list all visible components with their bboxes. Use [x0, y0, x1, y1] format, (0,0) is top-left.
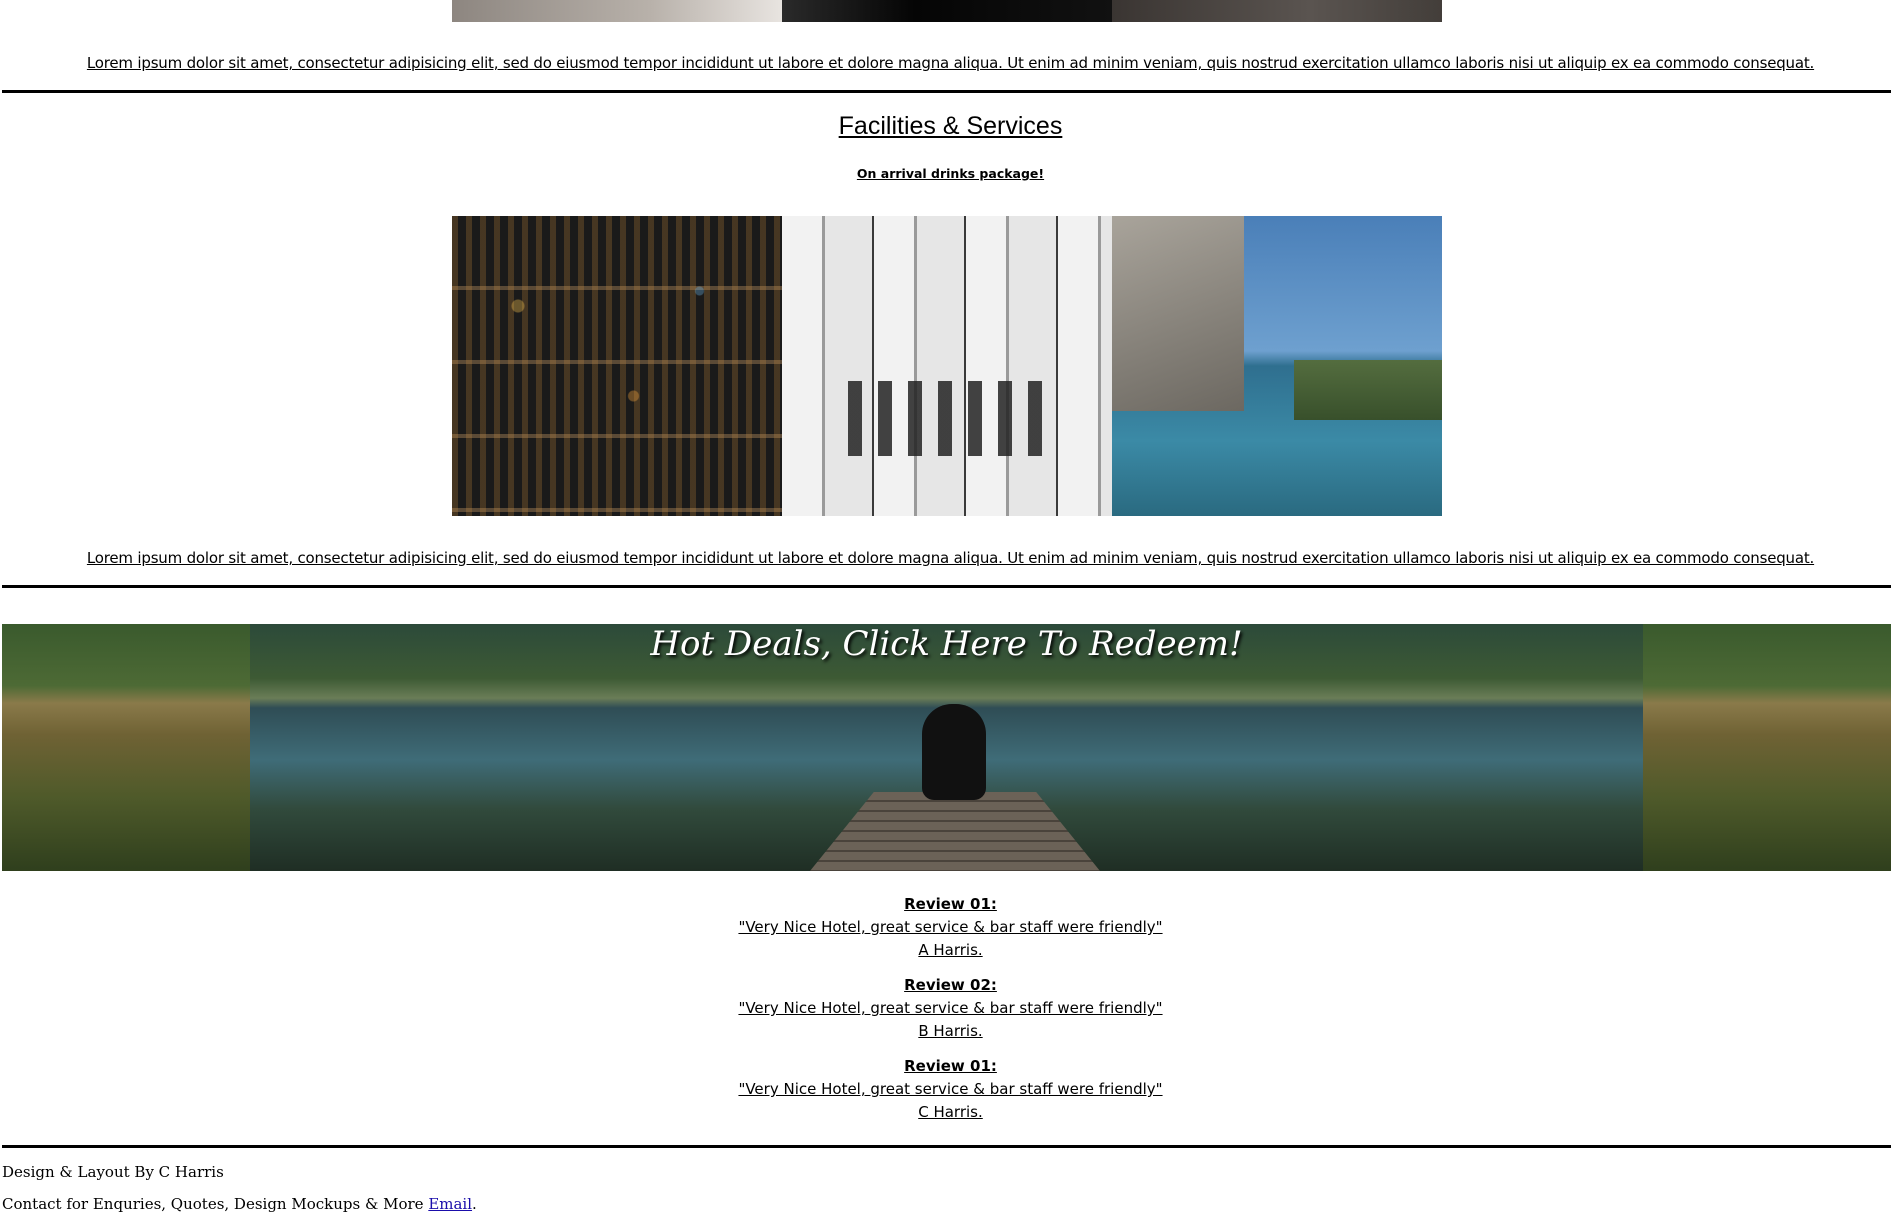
- meeting-room-photo: [782, 216, 1112, 516]
- review-quote: "Very Nice Hotel, great service & bar st…: [738, 1080, 1163, 1098]
- footer: Design & Layout By C Harris Contact for …: [2, 1163, 477, 1227]
- reviews-section: Review 01: "Very Nice Hotel, great servi…: [0, 893, 1901, 1136]
- facilities-description: Lorem ipsum dolor sit amet, consectetur …: [86, 549, 1815, 567]
- banner-dock: [810, 792, 1100, 871]
- review-item: Review 02: "Very Nice Hotel, great servi…: [0, 974, 1901, 1043]
- banner-person: [922, 704, 986, 800]
- review-item: Review 01: "Very Nice Hotel, great servi…: [0, 893, 1901, 962]
- footer-contact: Contact for Enquries, Quotes, Design Moc…: [2, 1195, 477, 1213]
- footer-contact-suffix: .: [472, 1195, 477, 1213]
- page: Lorem ipsum dolor sit amet, consectetur …: [0, 0, 1901, 1227]
- email-link[interactable]: Email: [428, 1195, 472, 1213]
- review-heading: Review 01:: [904, 895, 997, 913]
- review-quote: "Very Nice Hotel, great service & bar st…: [738, 999, 1163, 1017]
- divider: [2, 585, 1891, 588]
- room-gallery-strip: [452, 0, 1442, 22]
- review-author: B Harris.: [918, 1022, 983, 1040]
- hot-deals-link[interactable]: Hot Deals, Click Here To Redeem!: [2, 624, 1891, 664]
- bar-photo: [452, 216, 782, 516]
- facilities-gallery: [452, 216, 1442, 516]
- room-photo-3: [1112, 0, 1442, 22]
- rooms-description: Lorem ipsum dolor sit amet, consectetur …: [86, 54, 1815, 72]
- footer-credit: Design & Layout By C Harris: [2, 1163, 224, 1181]
- room-photo-1: [452, 0, 782, 22]
- review-heading: Review 01:: [904, 1057, 997, 1075]
- footer-contact-text: Contact for Enquries, Quotes, Design Moc…: [2, 1195, 429, 1213]
- facilities-title: Facilities & Services: [838, 112, 1063, 140]
- room-photo-2: [782, 0, 1112, 22]
- divider: [2, 90, 1891, 93]
- infinity-pool-photo: [1112, 216, 1442, 516]
- review-item: Review 01: "Very Nice Hotel, great servi…: [0, 1055, 1901, 1124]
- divider: [2, 1145, 1891, 1148]
- review-author: C Harris.: [918, 1103, 983, 1121]
- hot-deals-banner[interactable]: Hot Deals, Click Here To Redeem!: [2, 624, 1891, 871]
- review-heading: Review 02:: [904, 976, 997, 994]
- facilities-subtitle: On arrival drinks package!: [856, 166, 1045, 181]
- review-quote: "Very Nice Hotel, great service & bar st…: [738, 918, 1163, 936]
- review-author: A Harris.: [918, 941, 983, 959]
